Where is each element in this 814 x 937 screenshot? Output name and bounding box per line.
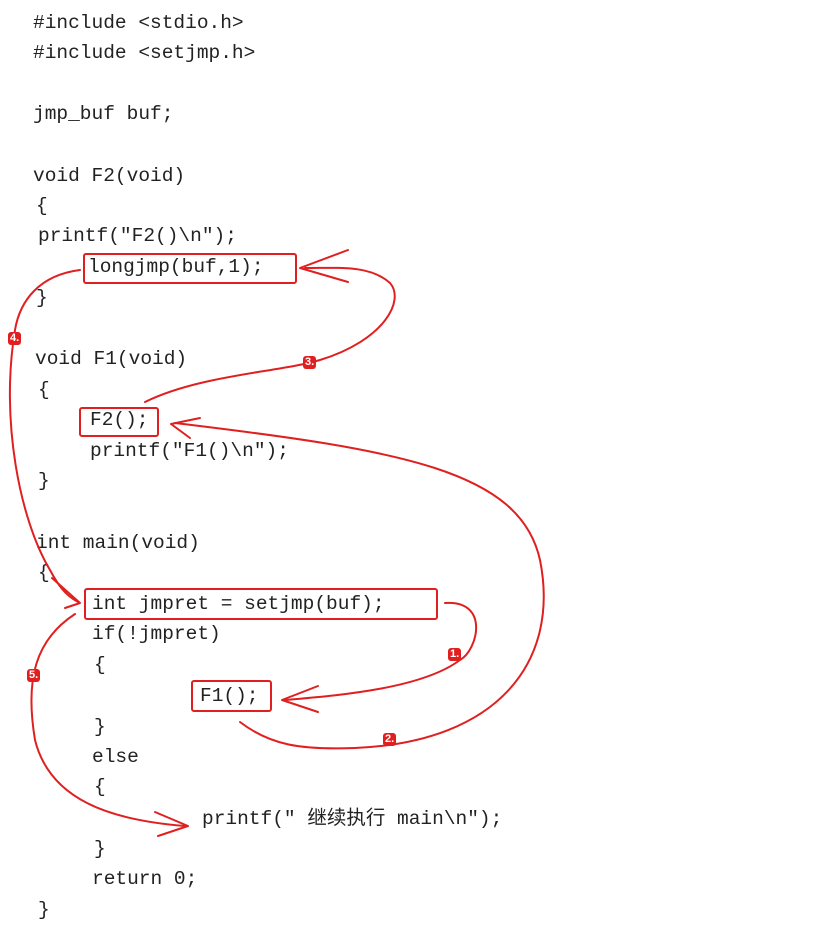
arrow-step-3 (144, 266, 396, 403)
step-label-3: 3. (303, 356, 317, 369)
arrow-step-2 (174, 422, 545, 750)
code-flow-diagram: #include <stdio.h> #include <setjmp.h> jmp… (0, 0, 814, 937)
arrow-step-3-head (299, 249, 349, 283)
step-label-5: 5. (27, 669, 41, 682)
arrow-step-2-head (170, 417, 201, 439)
step-label-4: 4. (8, 332, 22, 345)
step-label-1: 1. (448, 648, 462, 661)
flow-arrows (8, 249, 545, 837)
arrow-step-5 (30, 613, 186, 827)
step-label-2: 2. (383, 733, 397, 746)
arrow-step-4 (8, 269, 81, 603)
